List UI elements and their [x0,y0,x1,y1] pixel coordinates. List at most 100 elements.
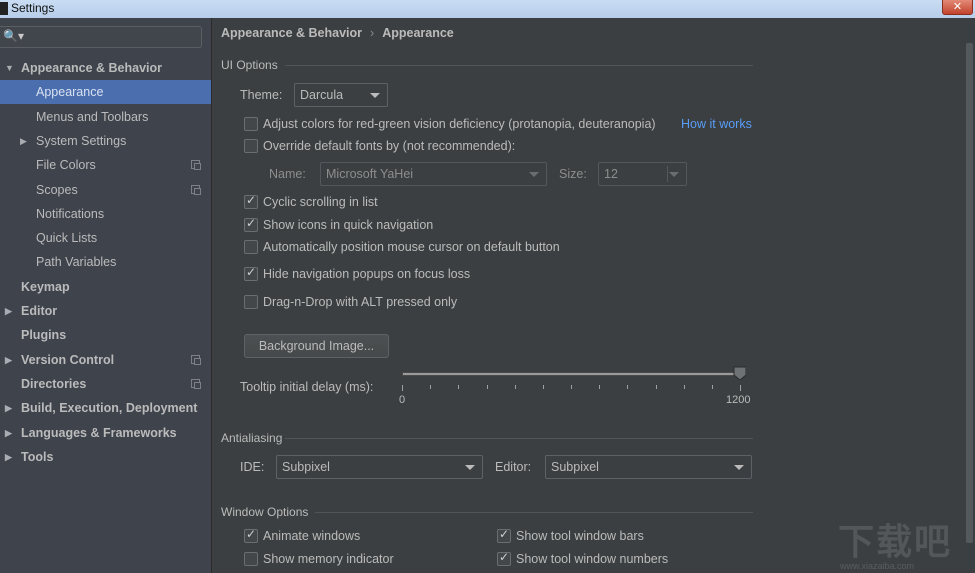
show-memory-indicator-checkbox[interactable] [244,552,258,566]
slider-tick [571,385,572,389]
slider-tick [627,385,629,389]
sidebar-item-tools[interactable]: ▶ Tools [0,445,211,469]
search-icon: 🔍▾ [3,29,24,43]
sidebar-item-system-settings[interactable]: ▶ System Settings [0,129,211,153]
override-fonts-checkbox[interactable] [244,139,258,153]
font-size-select[interactable]: 12 [598,162,687,186]
window-options-divider [315,512,753,513]
sidebar-item-version-control[interactable]: ▶ Version Control [0,348,211,372]
sidebar-item-file-colors[interactable]: File Colors [0,153,211,177]
sidebar-item-languages-frameworks[interactable]: ▶ Languages & Frameworks [0,421,211,445]
search-input[interactable]: 🔍▾ [0,26,202,48]
sidebar-item-path-variables[interactable]: Path Variables [0,250,211,274]
window-options-title: Window Options [221,505,309,519]
theme-select[interactable]: Darcula [294,83,388,107]
slider-max-label: 1200 [726,394,751,406]
color-deficiency-checkbox[interactable] [244,117,258,131]
sidebar-item-label: Editor [21,304,58,318]
slider-min-label: 0 [399,394,406,406]
sidebar-item-label: Directories [21,377,87,391]
chevron-down-icon [529,172,539,177]
close-button[interactable]: ✕ [942,0,973,15]
project-level-icon [191,160,201,170]
slider-tick [486,385,488,389]
antialiasing-divider [285,438,753,439]
cyclic-scrolling-label: Cyclic scrolling in list [263,195,378,209]
chevron-down-icon [370,93,380,98]
project-level-icon [191,185,201,195]
auto-position-cursor-checkbox[interactable] [244,240,258,254]
sidebar-item-keymap[interactable]: Keymap [0,275,211,299]
show-tool-window-numbers-checkbox[interactable] [497,550,511,566]
sidebar-item-editor[interactable]: ▶ Editor [0,299,211,323]
chevron-down-icon [669,172,679,177]
breadcrumb-parent[interactable]: Appearance & Behavior [221,26,362,40]
override-fonts-label: Override default fonts by (not recommend… [263,139,516,153]
watermark: 下载吧 www.xiazaiba.com [838,513,952,571]
sidebar-item-appearance[interactable]: Appearance [0,80,211,104]
collapsed-arrow-icon[interactable]: ▶ [5,445,12,469]
watermark-url: www.xiazaiba.com [840,561,915,571]
sidebar-item-plugins[interactable]: Plugins [0,323,211,347]
drag-n-drop-alt-checkbox[interactable] [244,295,258,309]
how-it-works-link[interactable]: How it works [681,117,752,131]
sidebar-item-scopes[interactable]: Scopes [0,178,211,202]
sidebar-item-label: Tools [21,450,54,464]
sidebar-item-directories[interactable]: Directories [0,372,211,396]
sidebar-item-quick-lists[interactable]: Quick Lists [0,226,211,250]
drag-n-drop-alt-label: Drag-n-Drop with ALT pressed only [263,295,458,309]
sidebar-item-build-execution-deployment[interactable]: ▶ Build, Execution, Deployment [0,396,211,420]
theme-select-value: Darcula [300,88,344,102]
auto-position-cursor-label: Automatically position mouse cursor on d… [263,240,560,254]
sidebar-item-menus-and-toolbars[interactable]: Menus and Toolbars [0,105,211,129]
show-icons-label: Show icons in quick navigation [263,218,434,232]
chevron-down-icon [465,465,475,470]
app-icon [0,2,8,15]
color-deficiency-label: Adjust colors for red-green vision defic… [263,117,656,131]
sidebar-item-label: Menus and Toolbars [36,110,149,124]
font-name-select[interactable]: Microsoft YaHei [320,162,547,186]
theme-label: Theme: [240,88,283,102]
close-icon: ✕ [952,0,963,13]
settings-content: Appearance & Behavior › Appearance UI Opti… [212,18,975,573]
vertical-scrollbar[interactable] [966,43,973,543]
title-bar: Settings ✕ [0,0,975,18]
collapsed-arrow-icon[interactable]: ▶ [5,396,12,420]
sidebar-item-label: Keymap [21,280,70,294]
collapsed-arrow-icon[interactable]: ▶ [20,129,27,153]
slider-track[interactable] [402,372,740,376]
hide-nav-popups-checkbox[interactable] [244,265,258,281]
cyclic-scrolling-checkbox[interactable] [244,193,258,209]
sidebar-item-notifications[interactable]: Notifications [0,202,211,226]
animate-windows-label: Animate windows [263,529,361,543]
show-memory-indicator-label: Show memory indicator [263,552,394,566]
project-level-icon [191,379,201,389]
font-name-value: Microsoft YaHei [326,167,414,181]
show-icons-checkbox[interactable] [244,216,258,232]
tooltip-delay-label: Tooltip initial delay (ms): [240,380,374,394]
chevron-down-icon [734,465,744,470]
sidebar-item-label: Notifications [36,207,105,221]
sidebar-item-label: Appearance & Behavior [21,61,163,75]
sidebar-item-label: Plugins [21,328,67,342]
combo-divider [667,166,668,182]
collapsed-arrow-icon[interactable]: ▶ [5,348,12,372]
slider-tick [542,385,544,389]
expanded-arrow-icon[interactable]: ▼ [5,56,14,80]
antialiasing-title: Antialiasing [221,431,283,445]
collapsed-arrow-icon[interactable]: ▶ [5,299,12,323]
settings-sidebar: 🔍▾ ▼ Appearance & Behavior Appearance Menus… [0,18,211,573]
show-tool-window-bars-checkbox[interactable] [497,527,511,543]
sidebar-item-appearance-behavior[interactable]: ▼ Appearance & Behavior [0,56,211,80]
slider-thumb[interactable] [733,366,746,380]
ui-options-divider [285,65,753,66]
breadcrumb-separator: › [370,26,375,40]
editor-aa-select[interactable]: Subpixel [545,455,752,479]
ide-aa-select[interactable]: Subpixel [276,455,483,479]
font-size-label: Size: [559,167,587,181]
collapsed-arrow-icon[interactable]: ▶ [5,421,12,445]
background-image-button[interactable]: Background Image... [244,334,389,358]
animate-windows-checkbox[interactable] [244,527,258,543]
sidebar-item-label: Appearance [36,85,104,99]
breadcrumb: Appearance & Behavior › Appearance [221,26,454,40]
